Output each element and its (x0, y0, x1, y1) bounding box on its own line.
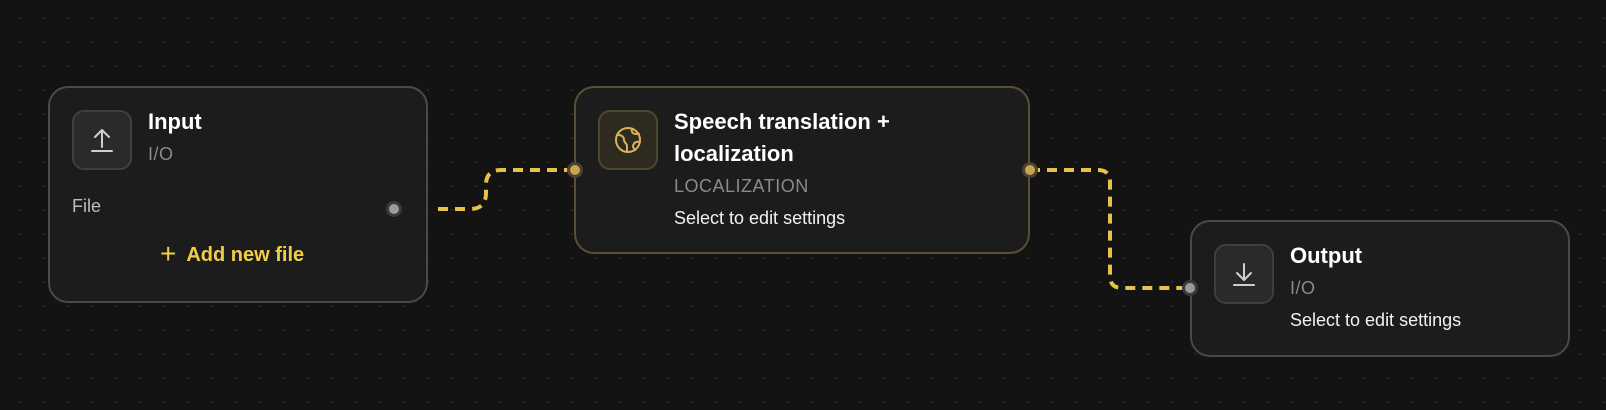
speech-output-port[interactable] (1022, 162, 1038, 178)
add-new-file-button[interactable]: + Add new file (160, 238, 305, 269)
speech-hint: Select to edit settings (674, 208, 846, 228)
output-icon-box (1214, 244, 1274, 304)
speech-category: LOCALIZATION (674, 176, 809, 196)
speech-icon-box (598, 110, 658, 170)
speech-input-port[interactable] (567, 162, 583, 178)
edge-input-to-speech[interactable] (438, 168, 575, 211)
globe-icon (615, 127, 641, 153)
upload-icon (91, 129, 113, 152)
output-title: Output (1290, 243, 1363, 268)
edge-speech-to-output[interactable] (1030, 168, 1190, 290)
input-title: Input (148, 109, 202, 134)
plus-icon: + (160, 238, 177, 269)
output-category: I/O (1290, 278, 1316, 298)
output-hint: Select to edit settings (1290, 310, 1462, 330)
speech-title-line1: Speech translation + (674, 109, 890, 134)
input-node[interactable]: Input I/O File + Add new file (48, 86, 428, 303)
input-category: I/O (148, 144, 174, 164)
output-node[interactable]: Output I/O Select to edit settings (1190, 220, 1570, 357)
file-port-label: File (72, 196, 102, 216)
workflow-canvas[interactable]: Input I/O File + Add new file Speech tra… (0, 0, 1606, 410)
speech-title-line2: localization (674, 141, 794, 166)
speech-translation-node[interactable]: Speech translation + localization LOCALI… (574, 86, 1030, 254)
input-icon-box (72, 110, 132, 170)
output-input-port[interactable] (1182, 280, 1198, 296)
add-new-file-label: Add new file (186, 244, 305, 266)
input-file-output-port[interactable] (386, 201, 402, 217)
download-icon (1233, 263, 1255, 286)
speech-title: Speech translation + localization (674, 106, 890, 170)
